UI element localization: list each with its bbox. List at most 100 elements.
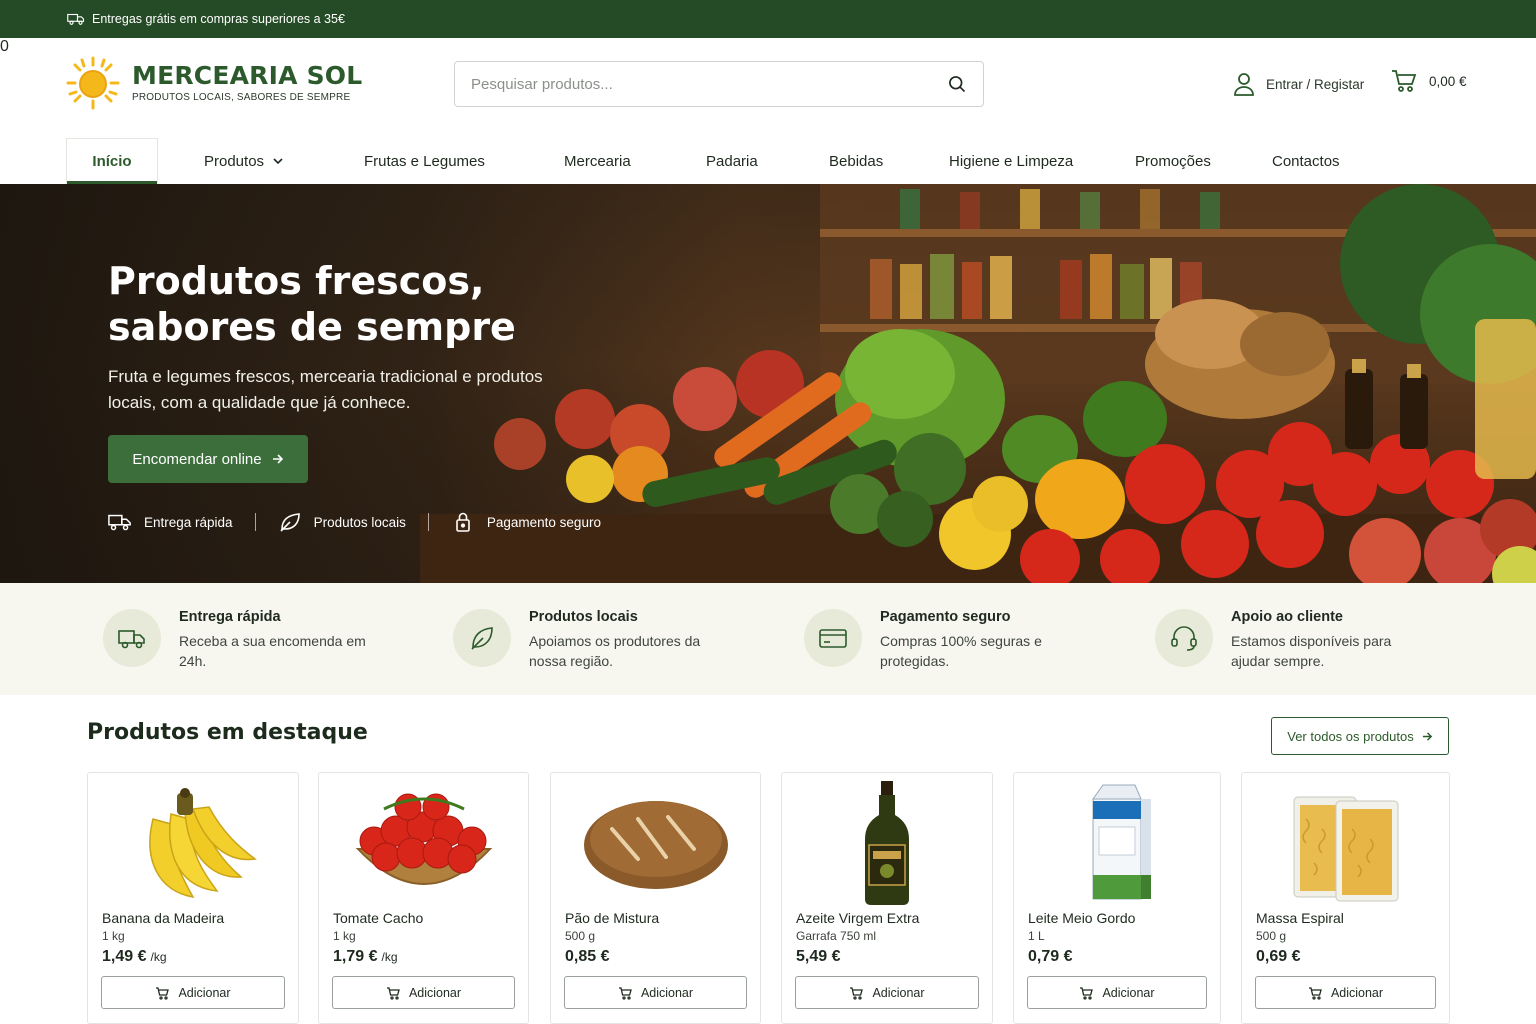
- nav-item-higiene-limpeza[interactable]: Higiene e Limpeza: [949, 138, 1073, 184]
- cart-icon: [1080, 986, 1094, 1000]
- product-name[interactable]: Leite Meio Gordo: [1028, 910, 1135, 926]
- add-label: Adicionar: [1102, 985, 1155, 1000]
- hero-feature-delivery: Entrega rápida: [108, 512, 233, 532]
- product-image[interactable]: [1242, 779, 1449, 907]
- arrow-right-icon: [272, 454, 283, 464]
- benefit-local: Produtos locais Apoiamos os produtores d…: [453, 609, 719, 671]
- benefit-icon-circle: [804, 609, 862, 667]
- add-label: Adicionar: [640, 985, 694, 1000]
- cart-icon: [1392, 70, 1417, 92]
- divider: [427, 513, 429, 531]
- hero-feature-local: Produtos locais: [278, 512, 406, 532]
- price-value: 5,49 €: [796, 948, 841, 965]
- add-label: Adicionar: [178, 985, 231, 1000]
- nav-item-padaria[interactable]: Padaria: [706, 138, 758, 184]
- add-to-cart-button[interactable]: Adicionar: [332, 976, 515, 1009]
- chevron-down-icon: [273, 158, 283, 165]
- nav-item-inicio[interactable]: Início: [66, 138, 158, 184]
- benefit-support: Apoio ao cliente Estamos disponíveis par…: [1155, 609, 1421, 671]
- product-card[interactable]: Leite Meio Gordo 1 L 0,79 € Adicionar: [1013, 772, 1221, 1024]
- product-price: 0,69 €: [1256, 948, 1304, 966]
- nav-item-promocoes[interactable]: Promoções: [1135, 138, 1211, 184]
- product-image[interactable]: [1014, 779, 1220, 907]
- search-bar: [454, 61, 984, 107]
- add-label: Adicionar: [872, 985, 925, 1000]
- leaf-icon: [471, 627, 493, 650]
- price-value: 0,69 €: [1256, 948, 1301, 965]
- add-to-cart-button[interactable]: Adicionar: [564, 976, 747, 1009]
- account-link[interactable]: Entrar / Registar: [1233, 72, 1364, 96]
- headset-icon: [1171, 626, 1197, 651]
- benefit-desc: Estamos disponíveis para ajudar sempre.: [1231, 633, 1392, 669]
- add-to-cart-button[interactable]: Adicionar: [1255, 976, 1436, 1009]
- search-input[interactable]: [471, 75, 947, 93]
- brand-tagline: PRODUTOS LOCAIS, SABORES DE SEMPRE: [132, 92, 351, 103]
- product-image[interactable]: [782, 779, 992, 907]
- truck-icon: [118, 630, 145, 649]
- lock-icon: [456, 512, 470, 532]
- benefit-title: Apoio ao cliente: [1231, 609, 1343, 625]
- benefit-payment: Pagamento seguro Compras 100% seguras e …: [804, 609, 1070, 671]
- account-label: Entrar / Registar: [1266, 76, 1365, 92]
- cart-icon: [386, 986, 400, 1000]
- site-header: MERCEARIA SOL PRODUTOS LOCAIS, SABORES D…: [0, 38, 1536, 130]
- add-to-cart-button[interactable]: Adicionar: [101, 976, 285, 1009]
- cart-icon: [618, 986, 632, 1000]
- cart-button[interactable]: 0,00 €: [1391, 68, 1467, 94]
- milk-carton-image: [1092, 784, 1151, 900]
- product-card[interactable]: Azeite Virgem Extra Garrafa 750 ml 5,49 …: [781, 772, 993, 1024]
- sun-logo-icon: [66, 56, 120, 110]
- view-all-products-button[interactable]: Ver todos os produtos: [1271, 717, 1449, 755]
- hero-feature-label: Produtos locais: [313, 514, 406, 530]
- arrow-right-icon: [1422, 731, 1432, 741]
- product-name[interactable]: Banana da Madeira: [102, 910, 224, 926]
- product-size: 1 kg: [102, 929, 125, 943]
- add-to-cart-button[interactable]: Adicionar: [1027, 976, 1207, 1009]
- nav-item-produtos[interactable]: Produtos: [204, 138, 284, 184]
- truck-icon: [67, 13, 85, 25]
- nav-item-frutas-legumes[interactable]: Frutas e Legumes: [364, 138, 485, 184]
- nav-item-contactos[interactable]: Contactos: [1272, 138, 1340, 184]
- order-online-button[interactable]: Encomendar online: [108, 435, 308, 483]
- product-size: Garrafa 750 ml: [796, 929, 877, 943]
- product-name[interactable]: Tomate Cacho: [333, 910, 423, 926]
- cta-label: Encomendar online: [132, 450, 262, 468]
- product-price: 0,79 €: [1028, 948, 1076, 966]
- product-card[interactable]: Tomate Cacho 1 kg 1,79 €/kg Adicionar: [318, 772, 529, 1024]
- product-name[interactable]: Massa Espiral: [1256, 910, 1344, 926]
- price-value: 1,49 €: [102, 948, 147, 965]
- benefit-delivery: Entrega rápida Receba a sua encomenda em…: [103, 609, 369, 671]
- product-size: 500 g: [1256, 929, 1287, 943]
- price-value: 1,79 €: [333, 948, 378, 965]
- cart-count-badge: 0: [0, 38, 9, 55]
- hero-feature-label: Entrega rápida: [144, 514, 233, 530]
- main-nav: Início Produtos Frutas e Legumes Mercear…: [0, 130, 1536, 184]
- nav-item-bebidas[interactable]: Bebidas: [829, 138, 883, 184]
- product-price: 0,85 €: [565, 948, 613, 966]
- product-image[interactable]: [551, 779, 760, 907]
- product-image[interactable]: [319, 779, 528, 907]
- product-card[interactable]: Pão de Mistura 500 g 0,85 € Adicionar: [550, 772, 761, 1024]
- price-unit: /kg: [150, 950, 167, 964]
- divider: [254, 513, 256, 531]
- product-name[interactable]: Pão de Mistura: [565, 910, 659, 926]
- add-to-cart-button[interactable]: Adicionar: [795, 976, 979, 1009]
- cart-icon: [156, 986, 170, 1000]
- product-size: 500 g: [565, 929, 596, 943]
- olive-oil-bottle-image: [865, 781, 909, 905]
- product-card[interactable]: Massa Espiral 500 g 0,69 € Adicionar: [1241, 772, 1450, 1024]
- nav-item-mercearia[interactable]: Mercearia: [564, 138, 631, 184]
- product-image[interactable]: [88, 779, 298, 907]
- leaf-icon: [279, 513, 300, 532]
- product-name[interactable]: Azeite Virgem Extra: [796, 910, 919, 926]
- hero-feature-payment: Pagamento seguro: [451, 512, 601, 532]
- product-price: 1,79 €/kg: [333, 948, 398, 966]
- cart-icon: [1308, 986, 1322, 1000]
- logo[interactable]: MERCEARIA SOL PRODUTOS LOCAIS, SABORES D…: [66, 56, 362, 110]
- benefit-icon-circle: [103, 609, 161, 667]
- credit-card-icon: [819, 629, 847, 648]
- product-card[interactable]: Banana da Madeira 1 kg 1,49 €/kg Adicion…: [87, 772, 299, 1024]
- featured-section-title: Produtos em destaque: [87, 720, 368, 745]
- search-icon[interactable]: [947, 74, 967, 94]
- hero-title: Produtos frescos, sabores de sempre: [108, 259, 516, 349]
